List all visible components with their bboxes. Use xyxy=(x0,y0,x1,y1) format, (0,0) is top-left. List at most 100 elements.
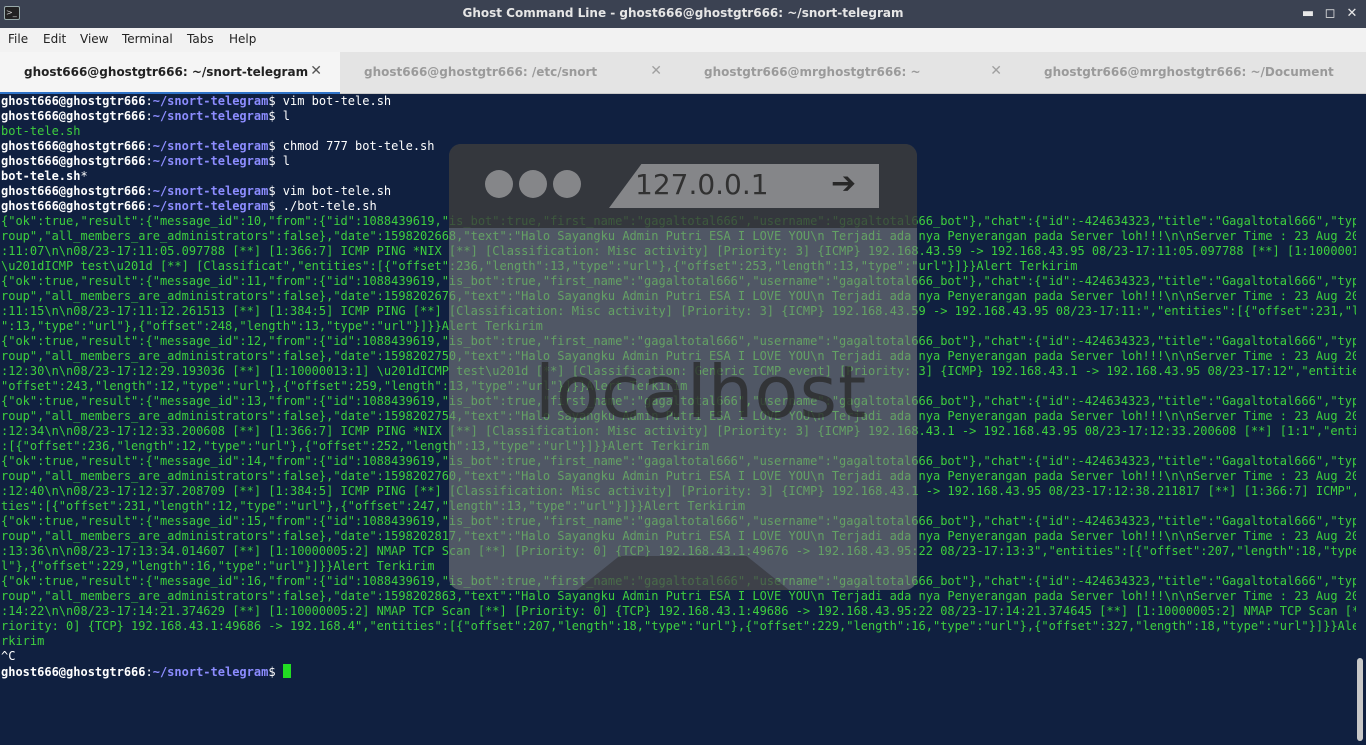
prompt-path: ~/snort-telegram xyxy=(152,665,269,679)
prompt-user: ghost666@ghostgtr666 xyxy=(1,139,146,153)
output-text: roup","all_members_are_administrators":f… xyxy=(1,589,1356,603)
output-text: bot-tele.sh xyxy=(1,124,81,138)
menu-tabs[interactable]: Tabs xyxy=(187,32,214,46)
terminal-line: :14:22\n\n08/23-17:14:21.374629 [**] [1:… xyxy=(1,604,1356,618)
terminal-line: bot-tele.sh xyxy=(1,124,80,138)
command-text: chmod 777 bot-tele.sh xyxy=(275,139,435,153)
terminal-output: ghost666@ghostgtr666:~/snort-telegram$ v… xyxy=(1,94,1356,680)
scrollbar-thumb[interactable] xyxy=(1357,658,1363,741)
output-text: :11:07\n\n08/23-17:11:05.097788 [**] [1:… xyxy=(1,244,1356,258)
menu-edit[interactable]: Edit xyxy=(43,32,66,46)
command-text: vim bot-tele.sh xyxy=(275,184,392,198)
output-text: {"ok":true,"result":{"message_id":11,"fr… xyxy=(1,274,1356,288)
prompt-symbol: $ xyxy=(268,665,276,679)
terminal-line: :12:30\n\n08/23-17:12:29.193036 [**] [1:… xyxy=(1,364,1356,378)
output-text: roup","all_members_are_administrators":f… xyxy=(1,229,1356,243)
prompt-path: ~/snort-telegram xyxy=(152,184,269,198)
prompt-symbol: $ xyxy=(268,184,276,198)
tab-snort-telegram[interactable]: ghost666@ghostgtr666: ~/snort-telegram ✕ xyxy=(0,52,340,94)
output-text: {"ok":true,"result":{"message_id":12,"fr… xyxy=(1,334,1356,348)
prompt-user: ghost666@ghostgtr666 xyxy=(1,665,146,679)
minimize-icon[interactable]: ▬ xyxy=(1298,4,1318,24)
terminal-line: :12:34\n\n08/23-17:12:33.200608 [**] [1:… xyxy=(1,424,1356,438)
output-text: {"ok":true,"result":{"message_id":10,"fr… xyxy=(1,214,1356,228)
command-text: l xyxy=(275,109,291,123)
close-icon[interactable]: ✕ xyxy=(1342,4,1362,24)
close-tab-icon[interactable]: ✕ xyxy=(990,63,1002,79)
prompt-path: ~/snort-telegram xyxy=(152,139,269,153)
output-text: {"ok":true,"result":{"message_id":14,"fr… xyxy=(1,454,1356,468)
prompt-colon: : xyxy=(145,139,153,153)
menu-view[interactable]: View xyxy=(80,32,108,46)
terminal-line: roup","all_members_are_administrators":f… xyxy=(1,289,1356,303)
terminal-line: rkirim xyxy=(1,634,44,648)
terminal-line: {"ok":true,"result":{"message_id":10,"fr… xyxy=(1,214,1356,228)
terminal-cursor xyxy=(282,664,291,678)
terminal-line: :[{"offset":236,"length":12,"type":"url"… xyxy=(1,439,709,453)
window-title: Ghost Command Line - ghost666@ghostgtr66… xyxy=(462,6,904,20)
tab-documents[interactable]: ghostgtr666@mrghostgtr666: ~/Documents/.… xyxy=(1020,52,1366,94)
output-text: :[{"offset":236,"length":12,"type":"url"… xyxy=(1,439,710,453)
terminal-line: ghost666@ghostgtr666:~/snort-telegram$ .… xyxy=(1,199,377,213)
prompt-symbol: $ xyxy=(268,94,276,108)
menu-file[interactable]: File xyxy=(8,32,28,46)
close-tab-icon[interactable]: ✕ xyxy=(650,63,662,79)
maximize-icon[interactable]: ◻ xyxy=(1320,4,1340,24)
menu-help[interactable]: Help xyxy=(229,32,256,46)
prompt-user: ghost666@ghostgtr666 xyxy=(1,94,146,108)
terminal-line: riority: 0] {TCP} 192.168.43.1:49686 -> … xyxy=(1,619,1356,633)
terminal-line: {"ok":true,"result":{"message_id":15,"fr… xyxy=(1,514,1356,528)
command-text: l xyxy=(275,154,291,168)
output-text: roup","all_members_are_administrators":f… xyxy=(1,349,1356,363)
tab-home[interactable]: ghostgtr666@mrghostgtr666: ~ ✕ xyxy=(680,52,1020,94)
close-tab-icon[interactable]: ✕ xyxy=(310,63,322,79)
output-text: \u201dICMP test\u201d [**] [Classificat"… xyxy=(1,259,1078,273)
output-text: :12:40\n\n08/23-17:12:37.208709 [**] [1:… xyxy=(1,484,1356,498)
output-text: {"ok":true,"result":{"message_id":13,"fr… xyxy=(1,394,1356,408)
output-text: :14:22\n\n08/23-17:14:21.374629 [**] [1:… xyxy=(1,604,1356,618)
tab-label: ghostgtr666@mrghostgtr666: ~/Documents/.… xyxy=(1044,65,1334,79)
tab-label: ghost666@ghostgtr666: ~/snort-telegram xyxy=(24,65,309,79)
prompt-colon: : xyxy=(145,109,153,123)
command-text: ./bot-tele.sh xyxy=(275,199,377,213)
terminal-line: ties":[{"offset":231,"length":12,"type":… xyxy=(1,499,745,513)
terminal-line: ghost666@ghostgtr666:~/snort-telegram$ v… xyxy=(1,94,391,108)
terminal-line: {"ok":true,"result":{"message_id":12,"fr… xyxy=(1,334,1356,348)
prompt-colon: : xyxy=(145,184,153,198)
output-text: :11:15\n\n08/23-17:11:12.261513 [**] [1:… xyxy=(1,304,1356,318)
terminal-line: {"ok":true,"result":{"message_id":16,"fr… xyxy=(1,574,1356,588)
output-text: {"ok":true,"result":{"message_id":16,"fr… xyxy=(1,574,1356,588)
prompt-path: ~/snort-telegram xyxy=(152,154,269,168)
terminal-line: {"ok":true,"result":{"message_id":11,"fr… xyxy=(1,274,1356,288)
prompt-user: ghost666@ghostgtr666 xyxy=(1,154,146,168)
prompt-symbol: $ xyxy=(268,154,276,168)
prompt-symbol: $ xyxy=(268,139,276,153)
prompt-path: ~/snort-telegram xyxy=(152,109,269,123)
prompt-path: ~/snort-telegram xyxy=(152,199,269,213)
terminal-line: :12:40\n\n08/23-17:12:37.208709 [**] [1:… xyxy=(1,484,1356,498)
prompt-user: ghost666@ghostgtr666 xyxy=(1,109,146,123)
output-text: ":13,"type":"url"},{"offset":248,"length… xyxy=(1,319,543,333)
output-text: rkirim xyxy=(1,634,45,648)
prompt-colon: : xyxy=(145,199,153,213)
tab-label: ghost666@ghostgtr666: /etc/snort xyxy=(364,65,598,79)
terminal-line: {"ok":true,"result":{"message_id":14,"fr… xyxy=(1,454,1356,468)
terminal-line: ghost666@ghostgtr666:~/snort-telegram$ c… xyxy=(1,139,435,153)
output-text: "offset":243,"length":12,"type":"url"},{… xyxy=(1,379,688,393)
scrollbar[interactable] xyxy=(1356,94,1366,745)
terminal-line: ^C xyxy=(1,649,15,663)
output-text: :12:34\n\n08/23-17:12:33.200608 [**] [1:… xyxy=(1,424,1356,438)
terminal-line: ghost666@ghostgtr666:~/snort-telegram$ l xyxy=(1,154,290,168)
terminal-line: ghost666@ghostgtr666:~/snort-telegram$ v… xyxy=(1,184,391,198)
menu-bar: File Edit View Terminal Tabs Help xyxy=(0,28,1366,52)
terminal-line: roup","all_members_are_administrators":f… xyxy=(1,409,1356,423)
output-text: roup","all_members_are_administrators":f… xyxy=(1,289,1356,303)
terminal-view[interactable]: ghost666@ghostgtr666:~/snort-telegram$ v… xyxy=(0,94,1356,745)
output-text: ties":[{"offset":231,"length":12,"type":… xyxy=(1,499,746,513)
window-titlebar: >_ Ghost Command Line - ghost666@ghostgt… xyxy=(0,0,1366,28)
terminal-line: ":13,"type":"url"},{"offset":248,"length… xyxy=(1,319,543,333)
menu-terminal[interactable]: Terminal xyxy=(122,32,173,46)
prompt-user: ghost666@ghostgtr666 xyxy=(1,184,146,198)
tab-etc-snort[interactable]: ghost666@ghostgtr666: /etc/snort ✕ xyxy=(340,52,680,94)
